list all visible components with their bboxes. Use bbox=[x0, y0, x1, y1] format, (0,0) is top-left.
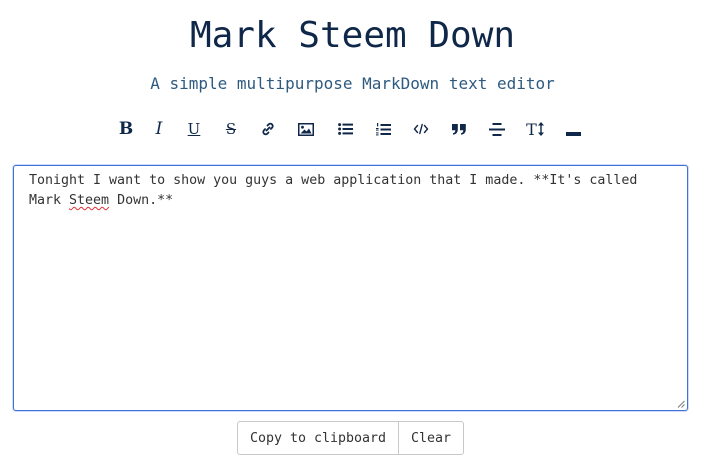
page-subtitle: A simple multipurpose MarkDown text edit… bbox=[150, 74, 555, 93]
bold-button[interactable]: B bbox=[111, 114, 141, 144]
quote-icon bbox=[452, 123, 466, 135]
clear-button[interactable]: Clear bbox=[399, 421, 464, 455]
image-button[interactable] bbox=[291, 114, 321, 144]
code-icon bbox=[413, 123, 429, 135]
strikethrough-icon: S bbox=[225, 119, 237, 138]
bulleted-list-button[interactable] bbox=[330, 114, 360, 144]
quote-button[interactable] bbox=[444, 114, 474, 144]
italic-button[interactable]: I bbox=[144, 114, 174, 144]
link-icon bbox=[262, 122, 274, 136]
formatting-toolbar: B I U S T bbox=[108, 114, 598, 144]
page-title: Mark Steem Down bbox=[189, 15, 516, 56]
editor-misspelled-word: Steem bbox=[69, 193, 110, 208]
copy-to-clipboard-button[interactable]: Copy to clipboard bbox=[237, 421, 399, 455]
resize-handle-icon[interactable] bbox=[677, 400, 685, 408]
editor-text-end: Down.** bbox=[109, 193, 174, 208]
bulleted-list-icon bbox=[337, 123, 353, 135]
horizontal-rule-button[interactable] bbox=[558, 114, 588, 144]
link-button[interactable] bbox=[253, 114, 283, 144]
text-size-button[interactable]: T bbox=[520, 114, 550, 144]
text-size-icon: T bbox=[526, 121, 544, 138]
underline-button[interactable]: U bbox=[179, 114, 209, 144]
bold-icon: B bbox=[118, 118, 134, 139]
image-icon bbox=[298, 122, 314, 136]
strikethrough-button[interactable]: S bbox=[216, 114, 246, 144]
center-align-icon bbox=[489, 122, 505, 136]
underline-icon: U bbox=[187, 119, 201, 138]
action-buttons: Copy to clipboard Clear bbox=[237, 421, 464, 455]
horizontal-rule-icon bbox=[565, 132, 581, 136]
numbered-list-button[interactable] bbox=[368, 114, 398, 144]
code-button[interactable] bbox=[406, 114, 436, 144]
markdown-editor[interactable]: Tonight I want to show you guys a web ap… bbox=[13, 165, 688, 411]
center-align-button[interactable] bbox=[482, 114, 512, 144]
italic-icon: I bbox=[155, 118, 163, 139]
numbered-list-icon bbox=[375, 122, 391, 135]
